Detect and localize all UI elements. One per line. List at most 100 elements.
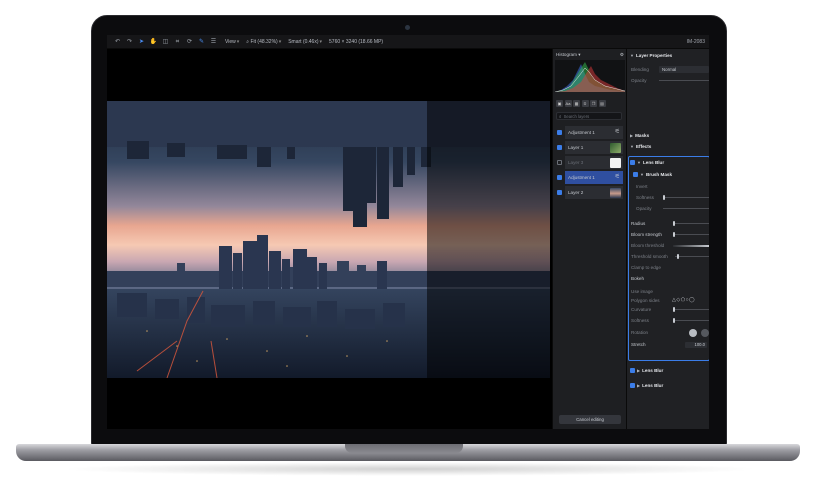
layer-row-layer-1[interactable]: Layer 1 [553, 141, 627, 154]
radius-handle[interactable] [673, 221, 675, 226]
blending-row: Blending [631, 67, 649, 72]
stretch-row: Stretch [631, 342, 646, 347]
lens-blur-2-header[interactable]: ▶ Lens Blur [627, 365, 709, 375]
curvature-slider[interactable] [673, 309, 709, 310]
histogram-header: Histogram ▾ ⚙ [556, 51, 624, 59]
bloom-threshold-slider[interactable] [673, 245, 709, 247]
view-menu[interactable]: View▾ [225, 35, 239, 49]
brush-mask-header[interactable]: ▼ Brush Mask [627, 169, 709, 179]
polygon-shape-buttons[interactable]: △◇⬠○◯ [672, 297, 695, 303]
layer-row-layer-2[interactable]: Layer 2 [553, 186, 627, 199]
layers-sidebar: Histogram ▾ ⚙ ▣ Aa ▦ ⚟ ❐ ▤ ⌕ Search laye… [552, 49, 626, 429]
adjust-icon[interactable]: ⚟ [581, 100, 589, 107]
curvature-handle[interactable] [673, 307, 675, 312]
bloom-strength-row: Bloom strength [631, 232, 662, 237]
undo-icon[interactable]: ↶ [113, 35, 122, 49]
layer-row-adjustment-1-selected[interactable]: Adjustment 1 ⚟ [553, 171, 627, 184]
threshold-smooth-handle[interactable] [677, 254, 679, 259]
bokeh-softness-slider[interactable] [673, 320, 709, 321]
adjustment-icon: ⚟ [614, 129, 620, 135]
laptop-mockup: ↶ ↷ ➤ ✋ ◫ ⌗ ⟳ ✎ ☰ View▾ ⌕ Fit (48.32%)▾ … [0, 0, 813, 497]
use-image-row[interactable]: Use image [631, 287, 653, 296]
bloom-strength-handle[interactable] [673, 232, 675, 237]
threshold-smooth-slider[interactable] [675, 256, 709, 257]
invert-row[interactable]: Invert [636, 182, 648, 191]
mask-opacity-slider[interactable] [663, 208, 709, 209]
city-photo [107, 101, 550, 378]
histogram-dropdown[interactable]: Histogram ▾ [556, 52, 581, 58]
layer-tools: ▣ Aa ▦ ⚟ ❐ ▤ [556, 100, 624, 108]
zoom-menu[interactable]: ⌕ Fit (48.32%)▾ [246, 35, 281, 49]
lens-blur-header[interactable]: ▼ Lens Blur [627, 157, 709, 167]
brush-icon[interactable]: ✎ [197, 35, 206, 49]
stretch-input[interactable]: 100.0 [685, 342, 707, 348]
radius-row: Radius [631, 221, 646, 226]
clamp-row[interactable]: Clamp to edge [631, 263, 661, 272]
mask-softness-handle[interactable] [663, 195, 665, 200]
mask-softness-slider[interactable] [663, 197, 709, 198]
smart-menu[interactable]: Smart (0.46x)▾ [288, 35, 322, 49]
image-icon[interactable]: ▣ [556, 100, 563, 107]
adjustment-icon: ⚟ [614, 174, 620, 180]
gear-icon[interactable]: ⚙ [620, 52, 624, 58]
mask-enable-checkbox[interactable] [633, 171, 638, 177]
layer-search: ⌕ [556, 112, 622, 120]
rotation-dial-secondary[interactable] [701, 329, 709, 337]
effect-enable-checkbox[interactable] [630, 382, 635, 388]
image-dimensions: 5760 × 3240 (18.66 MP) [329, 38, 384, 45]
visibility-checkbox[interactable] [557, 160, 562, 165]
rotation-row: Rotation [631, 330, 649, 335]
threshold-smooth-row: Threshold smooth [631, 254, 668, 259]
radius-slider[interactable] [673, 223, 709, 224]
bokeh-softness-handle[interactable] [673, 318, 675, 323]
delete-icon[interactable]: ▤ [598, 100, 606, 107]
mask-softness-row: Softness [636, 195, 654, 200]
opacity-slider[interactable] [659, 80, 709, 81]
rotation-dial[interactable] [689, 329, 697, 337]
layer-row-adjustment-1[interactable]: Adjustment 1 ⚟ [553, 126, 627, 139]
effects-section[interactable]: ▼ Effects [627, 141, 709, 151]
layer-row-layer-3[interactable]: Layer 3 [553, 156, 627, 169]
document-name: IM-2083 [686, 39, 705, 45]
curvature-row: Curvature [631, 307, 652, 312]
laptop-shadow [60, 462, 760, 476]
pointer-icon[interactable]: ➤ [137, 35, 146, 49]
bokeh-softness-row: Softness [631, 318, 649, 323]
bokeh-row: Bokeh [631, 276, 645, 281]
hand-icon[interactable]: ✋ [149, 35, 158, 49]
layer-thumbnail [610, 157, 621, 168]
grid-icon[interactable]: ▦ [573, 100, 580, 107]
visibility-checkbox[interactable] [557, 130, 562, 135]
visibility-checkbox[interactable] [557, 145, 562, 150]
effect-enable-checkbox[interactable] [630, 367, 635, 373]
layer-thumbnail [610, 187, 621, 198]
top-toolbar: ↶ ↷ ➤ ✋ ◫ ⌗ ⟳ ✎ ☰ View▾ ⌕ Fit (48.32%)▾ … [107, 35, 709, 49]
layer-thumbnail [610, 142, 621, 153]
histogram-chart [555, 60, 625, 92]
text-icon[interactable]: Aa [564, 100, 572, 107]
align-icon[interactable]: ☰ [209, 35, 218, 49]
layers-icon[interactable]: ❐ [590, 100, 597, 107]
cancel-editing-button[interactable]: Cancel editing [559, 415, 621, 424]
lens-blur-3-header[interactable]: ▶ Lens Blur [627, 380, 709, 390]
search-input[interactable] [563, 113, 620, 119]
layer-properties-panel: ▼ Layer Properties Blending Normal Opacit… [626, 49, 709, 429]
masks-section[interactable]: ▶ Masks [627, 130, 709, 140]
transform-icon[interactable]: ◫ [161, 35, 170, 49]
bloom-strength-slider[interactable] [673, 234, 709, 235]
polygon-sides-row: Polygon sides [631, 298, 660, 303]
rotate-icon[interactable]: ⟳ [185, 35, 194, 49]
visibility-checkbox[interactable] [557, 190, 562, 195]
webcam [405, 25, 410, 30]
search-icon: ⌕ [559, 113, 562, 119]
mask-opacity-row: Opacity [636, 206, 652, 211]
effect-enable-checkbox[interactable] [630, 159, 635, 165]
bloom-threshold-row: Bloom threshold [631, 243, 665, 248]
editor-canvas[interactable] [107, 49, 552, 429]
crop-icon[interactable]: ⌗ [173, 35, 182, 49]
redo-icon[interactable]: ↷ [125, 35, 134, 49]
app-screen: ↶ ↷ ➤ ✋ ◫ ⌗ ⟳ ✎ ☰ View▾ ⌕ Fit (48.32%)▾ … [107, 35, 709, 429]
visibility-checkbox[interactable] [557, 175, 562, 180]
opacity-row: Opacity [631, 78, 647, 83]
blending-select[interactable]: Normal [659, 66, 709, 73]
